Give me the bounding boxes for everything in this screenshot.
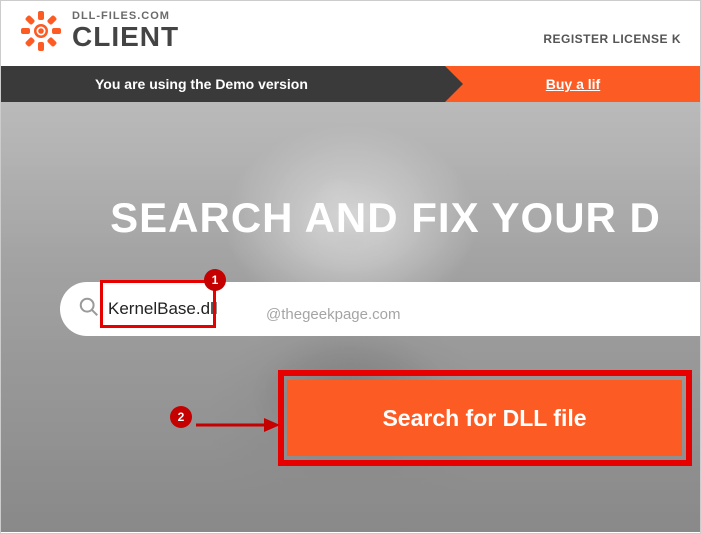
search-icon [78,296,100,323]
search-bar [60,282,701,336]
hero-title: SEARCH AND FIX YOUR D [0,194,701,242]
hero-section: SEARCH AND FIX YOUR D Search for DLL fil… [0,102,701,532]
register-license-link[interactable]: REGISTER LICENSE K [543,32,681,52]
gear-icon [20,10,62,52]
buy-license-link[interactable]: Buy a lif [445,66,701,102]
dll-search-input[interactable] [108,299,248,319]
app-header: DLL-FILES.COM CLIENT REGISTER LICENSE K [0,0,701,66]
demo-version-bar: You are using the Demo version Buy a lif [0,66,701,102]
logo-product-name: CLIENT [72,22,179,51]
demo-version-label: You are using the Demo version [0,66,445,102]
search-dll-button[interactable]: Search for DLL file [287,380,682,456]
logo-text: DLL-FILES.COM CLIENT [72,11,179,52]
logo: DLL-FILES.COM CLIENT [20,10,179,52]
